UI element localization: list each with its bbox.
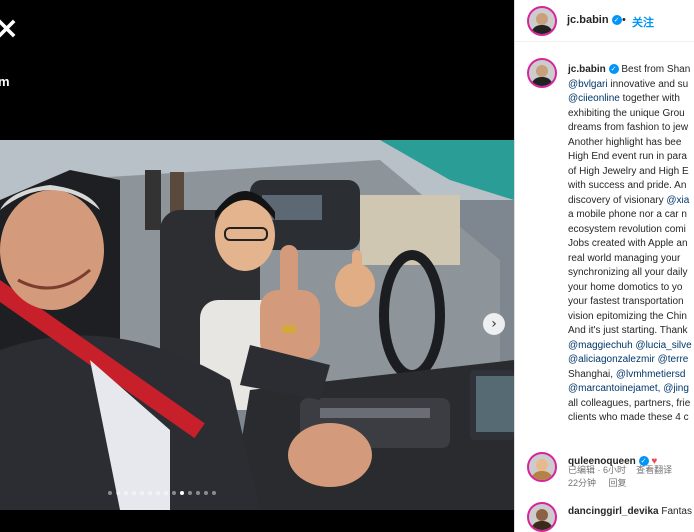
commenter-username[interactable]: dancinggirl_devika [568, 506, 659, 517]
mention-link[interactable]: @marcantoinejamet, @jing [568, 383, 689, 394]
comment-text: dancinggirl_devika Fantas [568, 506, 692, 517]
post-details-panel: jc.babin ✓ • 关注 jc.babin ✓ Best from Sha… [514, 0, 694, 532]
caption-line-text: Shanghai, [568, 368, 616, 380]
caption-line: Another highlight has bee [568, 136, 694, 151]
caption-line-text: Best from Shan [618, 64, 691, 75]
post-photo [0, 140, 514, 510]
mention-link[interactable]: @ciieonline [568, 93, 620, 104]
mention-link[interactable]: @maggiechuh @lucia_silve [568, 340, 692, 351]
carousel-dot [116, 491, 120, 495]
mention-link[interactable]: @aliciagonzalezmir @terre [568, 354, 688, 365]
close-icon[interactable]: × [0, 14, 19, 44]
carousel-dot [196, 491, 200, 495]
comment-body: Fantas [661, 506, 692, 517]
caption-line: And it's just starting. Thank [568, 324, 694, 339]
carousel-dot [124, 491, 128, 495]
carousel-dot [108, 491, 112, 495]
caption-line: jc.babin ✓ Best from Shan [568, 63, 694, 78]
caption-line-text: And it's just starting. Thank [568, 325, 688, 336]
caption-username[interactable]: jc.babin [568, 64, 609, 75]
verified-badge-icon: ✓ [608, 64, 619, 75]
caption-line: with success and pride. An [568, 179, 694, 194]
carousel-dot [132, 491, 136, 495]
media-viewer: × m › [0, 0, 514, 532]
carousel-dot [164, 491, 168, 495]
heart-emoji-icon: ♥ [651, 456, 658, 467]
caption-line: real world managing your [568, 252, 694, 267]
caption-line: synchronizing all your daily [568, 266, 694, 281]
comment-text: quleenoqueen ✓ ♥ [568, 456, 657, 467]
caption-author-avatar[interactable] [527, 58, 557, 88]
caption-line: vision epitomizing the Chin [568, 310, 694, 325]
carousel-dot [156, 491, 160, 495]
commenter-avatar[interactable] [527, 452, 557, 482]
post-header: jc.babin ✓ • 关注 [515, 0, 694, 42]
mention-link[interactable]: @bvlgari [568, 79, 608, 90]
caption-line-text: dreams from fashion to jew [568, 122, 689, 133]
caption-line: @bvlgari innovative and su [568, 78, 694, 93]
caption-line-text: your fastest transportation [568, 296, 684, 307]
reply-button[interactable]: 回复 [609, 478, 627, 488]
caption-line: @ciieonline together with [568, 92, 694, 107]
caption-line: Jobs created with Apple an [568, 237, 694, 252]
caption-line-text: High End event run in para [568, 151, 687, 162]
caption-line: @aliciagonzalezmir @terre [568, 353, 694, 368]
caption-line: @marcantoinejamet, @jing [568, 382, 694, 397]
carousel-dot [204, 491, 208, 495]
commenter-avatar[interactable] [527, 502, 557, 532]
caption-line: discovery of visionary @xia [568, 194, 694, 209]
caption-line: your home domotics to yo [568, 281, 694, 296]
carousel-dot [148, 491, 152, 495]
caption-line: @maggiechuh @lucia_silve [568, 339, 694, 354]
carousel-dot [180, 491, 184, 495]
caption-line-text: of High Jewelry and High E [568, 165, 689, 177]
caption-line-text: all colleagues, partners, frie [568, 397, 691, 409]
carousel-dot [212, 491, 216, 495]
caption-line-text: discovery of visionary [568, 194, 667, 206]
follow-button[interactable]: 关注 [632, 14, 654, 30]
verified-badge-icon: ✓ [611, 15, 622, 26]
caption-line: Shanghai, @lvmhmetiersd [568, 368, 694, 383]
caption-line: all colleagues, partners, frie [568, 397, 694, 412]
next-slide-icon[interactable]: › [483, 313, 505, 335]
caption-line-text: Another highlight has bee [568, 136, 682, 148]
comment-time: 22分钟 [568, 478, 597, 488]
caption-line: clients who made these 4 c [568, 411, 694, 426]
mention-link[interactable]: @xia [666, 195, 689, 206]
caption-line-text: vision epitomizing the Chin [568, 310, 687, 322]
caption-line-text: synchronizing all your daily [568, 267, 688, 278]
verified-badge-icon: ✓ [638, 456, 649, 467]
carousel-dot [172, 491, 176, 495]
caption-line: High End event run in para [568, 150, 694, 165]
caption-line-text: real world managing your [568, 252, 681, 264]
mention-link[interactable]: @lvmhmetiersd [616, 369, 686, 380]
caption-line-text: with success and pride. An [568, 180, 687, 191]
author-username[interactable]: jc.babin ✓ [567, 14, 622, 26]
caption-line-text: exhibiting the unique Grou [568, 107, 685, 119]
caption-line-text: innovative and su [607, 78, 689, 90]
comment-meta: 22分钟 回复 [568, 476, 627, 489]
caption-line-text: clients who made these 4 c [568, 412, 689, 423]
carousel-dot [140, 491, 144, 495]
caption-line: of High Jewelry and High E [568, 165, 694, 180]
header-separator: • [622, 14, 626, 26]
caption-line-text: ecosystem revolution comi [568, 223, 686, 235]
caption-line-text: your home domotics to yo [568, 281, 683, 293]
caption-text: jc.babin ✓ Best from Shan @bvlgari innova… [568, 63, 694, 426]
caption-line: a mobile phone nor a car n [568, 208, 694, 223]
caption-line-text: together with [619, 93, 680, 104]
side-label: m [0, 74, 10, 89]
caption-line: your fastest transportation [568, 295, 694, 310]
caption-line-text: a mobile phone nor a car n [568, 209, 687, 220]
carousel-dots [108, 491, 216, 497]
carousel-dot [188, 491, 192, 495]
commenter-username[interactable]: quleenoqueen [568, 456, 636, 467]
caption-line: ecosystem revolution comi [568, 223, 694, 238]
caption-line: exhibiting the unique Grou [568, 107, 694, 122]
author-avatar[interactable] [527, 6, 557, 36]
caption-line-text: Jobs created with Apple an [568, 238, 688, 249]
caption-line: dreams from fashion to jew [568, 121, 694, 136]
